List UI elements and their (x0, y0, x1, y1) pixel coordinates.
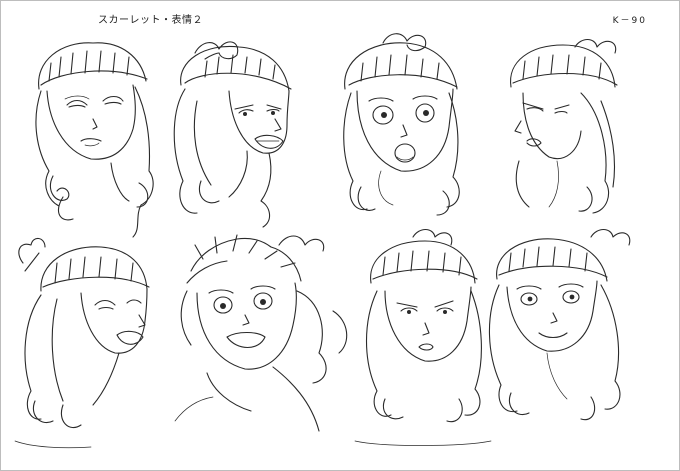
head-pout (510, 38, 618, 214)
head-smile (488, 228, 631, 421)
model-sheet: スカーレット・表情２ K－90 (0, 0, 680, 471)
drawings-canvas (14, 33, 631, 449)
head-angry-shout (173, 41, 292, 228)
head-laugh (14, 237, 150, 449)
head-frown (354, 228, 492, 446)
head-smug (35, 42, 154, 238)
head-excited-tousled (174, 234, 348, 432)
head-surprised (343, 33, 460, 216)
